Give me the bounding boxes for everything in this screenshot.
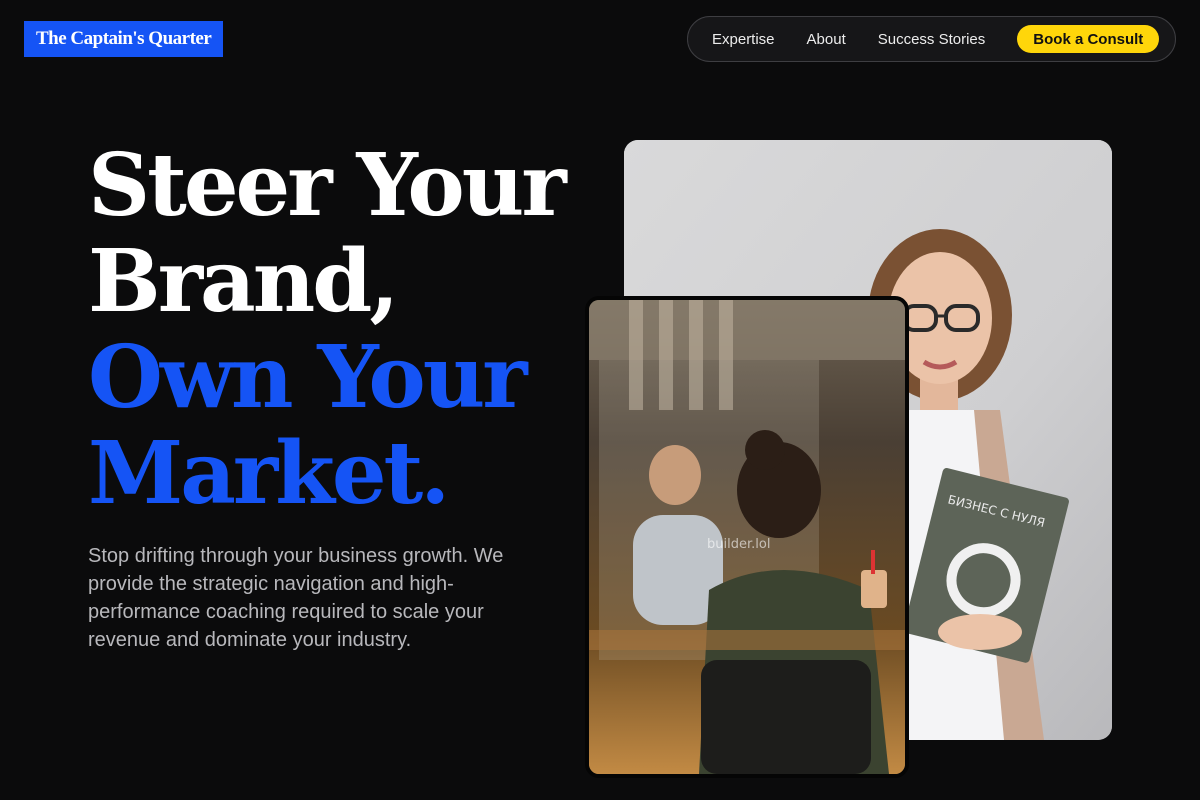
headline-line-3: Own Your — [88, 327, 528, 428]
hero-page: The Captain's Quarter Expertise About Su… — [0, 0, 1200, 800]
main-nav: Expertise About Success Stories Book a C… — [687, 16, 1176, 62]
meeting-scene-image: builder.lol — [585, 296, 909, 778]
nav-link-success-stories[interactable]: Success Stories — [878, 31, 986, 48]
hero-headline: Steer Your Brand, Own Your Market. — [88, 138, 608, 522]
headline-line-4: Market. — [88, 423, 450, 524]
nav-link-expertise[interactable]: Expertise — [712, 31, 775, 48]
nav-link-about[interactable]: About — [807, 31, 846, 48]
headline-line-2: Brand, — [88, 231, 399, 332]
book-consult-button[interactable]: Book a Consult — [1017, 25, 1160, 53]
headline-line-1: Steer Your — [88, 135, 567, 236]
brand-logo[interactable]: The Captain's Quarter — [24, 21, 224, 57]
hero-subtext: Stop drifting through your business grow… — [88, 545, 504, 651]
watermark-text: builder.lol — [707, 537, 770, 552]
